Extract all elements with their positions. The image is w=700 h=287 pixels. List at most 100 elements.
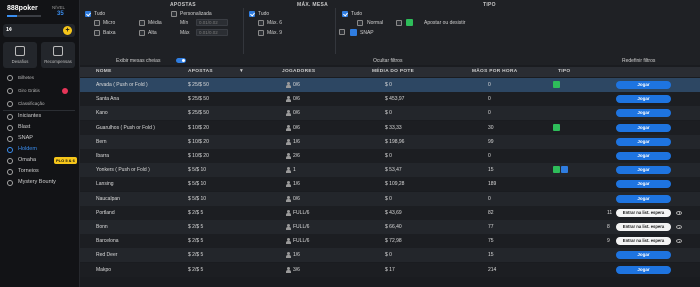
sidebar: 888poker NÍVEL 35 1¢ + Desafios Recompen…: [0, 0, 80, 287]
row-maos-hora: 77: [488, 224, 494, 230]
balance-box[interactable]: 1¢ +: [3, 24, 75, 37]
sidebar-item-iniciantes[interactable]: Iniciantes: [0, 112, 80, 122]
table-row[interactable]: Naucalpan $ 5/$ 10 0/6 $ 0 0 Jogar: [80, 191, 700, 206]
table-header: NOME APOSTAS ▼ JOGADORES MÉDIA DO POTE M…: [80, 67, 700, 77]
sidebar-item-torneios[interactable]: Torneios: [0, 167, 80, 177]
max-mesa-tudo-checkbox[interactable]: [249, 11, 255, 17]
table-row[interactable]: Bern $ 10/$ 20 1/6 $ 198,96 99 Jogar: [80, 134, 700, 149]
join-waitlist-button[interactable]: Entrar na list. espera: [616, 208, 671, 217]
tile-label: Recompensas: [44, 59, 72, 64]
row-maos-hora: 99: [488, 138, 494, 145]
join-waitlist-button[interactable]: Entrar na list. espera: [616, 237, 671, 246]
add-funds-icon[interactable]: +: [63, 26, 72, 35]
row-apostas: $ 5/$ 10: [188, 195, 207, 202]
apostas-alta-checkbox[interactable]: [139, 30, 145, 36]
row-media-pote: $ 0: [385, 153, 392, 159]
apostas-media-checkbox[interactable]: [139, 20, 145, 26]
play-button[interactable]: Jogar: [616, 109, 671, 118]
row-jogadores: 0/6: [293, 96, 300, 103]
table-row[interactable]: Bonn $ 2/$ 5 FULL/6 $ 66,40 77 8 Entrar na lis…: [80, 220, 700, 234]
sidebar-item-blast[interactable]: Blast: [0, 123, 80, 133]
row-maos-hora: 30: [488, 124, 494, 131]
apostas-baixa-checkbox[interactable]: [94, 30, 100, 36]
row-jogadores: 2/6: [293, 153, 300, 159]
join-waitlist-button[interactable]: Entrar na list. espera: [616, 223, 671, 231]
col-jogadores[interactable]: JOGADORES: [282, 69, 315, 74]
sidebar-item-classificacao[interactable]: Classificação: [0, 99, 80, 109]
tipo-normal-checkbox[interactable]: [357, 20, 363, 26]
table-row[interactable]: Red Deer $ 2/$ 5 1/6 $ 0 15 Jogar: [80, 248, 700, 263]
col-media-pote[interactable]: MÉDIA DO POTE: [372, 69, 414, 74]
sidebar-item-label: Mystery Bounty: [18, 179, 56, 185]
sort-desc-icon: ▼: [239, 69, 245, 74]
sidebar-item-giro-gratis[interactable]: Giro Grátis: [0, 86, 80, 96]
sidebar-item-omaha[interactable]: Omaha PLO 5 & 6: [0, 156, 80, 166]
col-tipo[interactable]: TIPO: [558, 69, 570, 74]
col-nome[interactable]: NOME: [96, 69, 112, 74]
sidebar-item-mystery-bounty[interactable]: Mystery Bounty: [0, 178, 80, 188]
row-jogadores: 0/6: [293, 195, 300, 202]
play-button[interactable]: Jogar: [616, 180, 671, 189]
show-full-tables-toggle[interactable]: [176, 58, 186, 63]
sidebar-item-label: Classificação: [18, 101, 45, 106]
tile-recompensas[interactable]: Recompensas: [41, 42, 75, 68]
tipo-snap-checkbox[interactable]: [339, 29, 345, 35]
apostas-micro-checkbox[interactable]: [94, 20, 100, 26]
sidebar-item-label: Torneios: [18, 168, 39, 174]
row-maos-hora: 82: [488, 209, 494, 216]
reset-filters-button[interactable]: Redefinir filtros: [622, 58, 655, 64]
row-jogadores: 1/6: [293, 252, 300, 259]
sidebar-item-label: Giro Grátis: [18, 88, 40, 93]
tipo-push-fold-checkbox[interactable]: [396, 20, 402, 26]
sidebar-item-snap[interactable]: SNAP: [0, 134, 80, 144]
hide-filters-button[interactable]: Ocultar filtros: [373, 58, 402, 64]
max9-checkbox[interactable]: [258, 30, 264, 36]
max-stake-input[interactable]: 0.01/0.02: [196, 29, 228, 36]
max-mesa-tudo-label: Tudo: [258, 11, 270, 17]
col-maos-hora[interactable]: MÃOS POR HORA: [472, 69, 517, 74]
apostas-tudo-checkbox[interactable]: [85, 11, 91, 17]
table-row[interactable]: Kano $ 25/$ 50 0/6 $ 0 0 Jogar: [80, 106, 700, 121]
table-row[interactable]: Ibarra $ 10/$ 20 2/6 $ 0 0 Jogar: [80, 149, 700, 163]
min-stake-input[interactable]: 0.01/0.02: [196, 19, 228, 26]
player-icon: [286, 209, 291, 216]
row-media-pote: $ 43,69: [385, 209, 402, 216]
play-button[interactable]: Jogar: [616, 166, 671, 175]
row-apostas: $ 2/$ 5: [188, 266, 204, 273]
play-button[interactable]: Jogar: [616, 152, 671, 160]
table-row[interactable]: Barcelona $ 2/$ 5 FULL/6 $ 72,98 75 9 Entrar n…: [80, 234, 700, 249]
sidebar-item-holdem[interactable]: Holdem: [0, 145, 80, 155]
play-button[interactable]: Jogar: [616, 265, 671, 274]
table-row[interactable]: Santa Ana $ 25/$ 50 0/6 $ 453,97 0 Jogar: [80, 92, 700, 107]
show-full-tables-label: Exibir mesas cheias: [116, 58, 161, 64]
tile-desafios[interactable]: Desafios: [3, 42, 37, 68]
play-button[interactable]: Jogar: [616, 137, 671, 146]
sidebar-item-label: Blast: [18, 124, 31, 130]
play-button[interactable]: Jogar: [616, 81, 671, 89]
row-jogadores: FULL/6: [293, 209, 310, 216]
play-button[interactable]: Jogar: [616, 251, 671, 260]
apostas-personalizada-checkbox[interactable]: [171, 11, 177, 17]
table-row[interactable]: Yonkers ( Push or Fold ) $ 5/$ 10 1 $ 53,47…: [80, 163, 700, 178]
snap-icon: [350, 29, 357, 36]
sidebar-item-bilhetes[interactable]: Bilhetes: [0, 73, 80, 83]
col-apostas[interactable]: APOSTAS: [188, 69, 213, 74]
balance-value: 1¢: [6, 27, 13, 33]
player-icon: [286, 238, 291, 245]
table-row[interactable]: Makpo $ 2/$ 5 3/6 $ 17 214 Jogar: [80, 262, 700, 277]
eye-icon[interactable]: [676, 210, 682, 215]
apostas-personalizada-label: Personalizada: [180, 11, 212, 17]
play-button[interactable]: Jogar: [616, 194, 671, 203]
eye-icon[interactable]: [676, 239, 682, 244]
row-jogadores: 0/6: [293, 110, 300, 117]
row-apostas: $ 2/$ 5: [188, 224, 204, 230]
table-row[interactable]: Lansing $ 5/$ 10 1/6 $ 109,28 189 Jogar: [80, 177, 700, 192]
table-row[interactable]: Guarulhos ( Push or Fold ) $ 10/$ 20 0/6 $ …: [80, 120, 700, 135]
eye-icon[interactable]: [676, 225, 682, 229]
table-row[interactable]: Portland $ 2/$ 5 FULL/6 $ 43,69 82 11 Entrar n…: [80, 205, 700, 220]
play-button[interactable]: Jogar: [616, 95, 671, 104]
table-row[interactable]: Arvada ( Push or Fold ) $ 25/$ 50 0/6 $ 0 0 J…: [80, 78, 700, 92]
tipo-tudo-checkbox[interactable]: [342, 11, 348, 17]
play-button[interactable]: Jogar: [616, 123, 671, 132]
max6-checkbox[interactable]: [258, 20, 264, 26]
